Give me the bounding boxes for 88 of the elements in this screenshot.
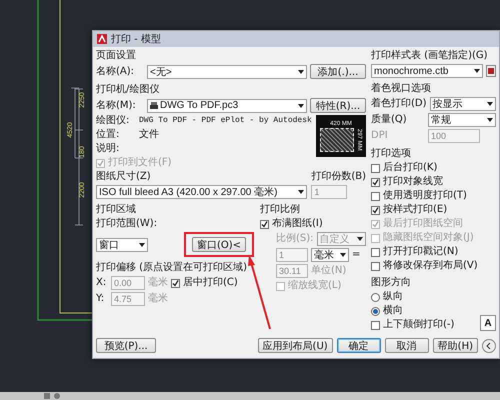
checkbox-label: 上下颠倒打印(-) xyxy=(383,319,454,331)
checkbox-label: 将修改保存到布局(V) xyxy=(383,260,478,272)
paper-size-dropdown[interactable]: ISO full bleed A3 (420.00 x 297.00 毫米) xyxy=(96,185,308,199)
checkbox-label: 打开打印戳记(N) xyxy=(383,246,458,258)
dropdown[interactable]: DWG To PDF.pc3 xyxy=(147,98,307,112)
info-label: 位置: xyxy=(96,129,120,141)
add-button[interactable]: 添加(.)... xyxy=(310,64,366,79)
section-heading: 打印机/绘图仪 xyxy=(96,84,160,96)
info-value: DWG To PDF - PDF ePlot - by Autodesk xyxy=(139,115,312,127)
field-label: Y: xyxy=(96,293,106,305)
section-heading: 打印区域 xyxy=(96,204,137,216)
section-heading: 打印比例 xyxy=(260,204,301,216)
section-heading: 打印样式表 (画笔指定)(G) xyxy=(371,50,489,62)
checkbox-label: 按样式打印(E) xyxy=(383,204,448,216)
edit-icon[interactable] xyxy=(486,65,496,77)
checkbox-label: 布满图纸(I) xyxy=(272,218,323,230)
section-heading: 打印份数(B) xyxy=(311,171,366,183)
radio-button[interactable] xyxy=(371,292,380,302)
field-label: 比例(S): xyxy=(276,233,314,245)
caret-icon xyxy=(487,118,493,122)
dropdown[interactable]: 窗口 xyxy=(96,238,148,252)
info-label: 说明: xyxy=(96,143,120,155)
caret-icon xyxy=(298,104,304,108)
chevron-icon xyxy=(486,342,492,348)
field-label: 名称(A): xyxy=(96,66,136,78)
unit-label: 毫米 xyxy=(148,277,168,289)
section-heading: 图纸尺寸(Z) xyxy=(96,171,152,183)
caret-icon xyxy=(298,190,304,194)
caret-icon xyxy=(139,242,145,246)
window-title: 打印 - 模型 xyxy=(111,32,161,46)
checkbox[interactable] xyxy=(260,220,269,228)
collapse-button[interactable] xyxy=(482,338,496,352)
checkbox[interactable] xyxy=(371,164,380,172)
dialog-button[interactable]: 取消 xyxy=(384,338,429,353)
field-label: 着色打印(D) xyxy=(371,98,427,110)
checkbox[interactable] xyxy=(371,178,380,186)
caret-icon xyxy=(474,69,480,73)
dropdown[interactable]: monochrome.ctb xyxy=(371,64,483,78)
paper-sheet xyxy=(320,128,354,152)
checkbox-label: 居中打印(C) xyxy=(183,277,238,289)
dropdown[interactable]: 按显示 xyxy=(430,97,496,111)
preview-button[interactable]: 预览(P)... xyxy=(96,338,156,353)
dropdown[interactable]: <无> xyxy=(147,64,307,78)
checkbox[interactable] xyxy=(371,192,380,200)
caret-icon xyxy=(487,102,493,106)
checkbox[interactable] xyxy=(371,262,380,270)
checkbox[interactable] xyxy=(171,278,180,288)
dialog-button[interactable]: 确定 xyxy=(336,338,381,353)
caret-icon xyxy=(357,237,363,241)
field-label: 质量(Q) xyxy=(371,114,408,126)
section-heading: 图形方向 xyxy=(371,277,412,289)
checkbox[interactable] xyxy=(371,248,380,256)
properties-button[interactable]: 特性(R)... xyxy=(310,98,366,113)
dialog-button[interactable]: 应用到布局(U) xyxy=(258,338,333,353)
window-button[interactable]: 窗口(O)< xyxy=(192,237,246,252)
radio-label: 纵向 xyxy=(383,291,403,303)
info-value: 文件 xyxy=(139,129,159,141)
app-icon xyxy=(97,34,107,44)
checkbox-label: 使用透明度打印(T) xyxy=(383,190,467,202)
checkbox-label: 后台打印(K) xyxy=(383,162,438,174)
caret-icon xyxy=(298,70,304,74)
dialog-button[interactable]: 帮助(H) xyxy=(432,338,478,353)
checkbox-label: 打印到文件(F) xyxy=(108,157,172,169)
printer-icon xyxy=(150,102,158,110)
unit-label: 单位(N) xyxy=(311,265,346,277)
checkbox-label: 缩放线宽(L) xyxy=(288,280,342,292)
section-heading: 页面设置 xyxy=(96,50,137,62)
radio-label: 横向 xyxy=(383,305,403,317)
equals-sign: = xyxy=(352,249,360,261)
orientation-preview: A xyxy=(480,315,496,331)
section-heading: 打印选项 xyxy=(371,148,412,160)
section-heading: 打印偏移 (原点设置在可打印区域) xyxy=(96,262,248,274)
radio-button[interactable] xyxy=(371,306,380,316)
checkbox-label: 打印对象线宽 xyxy=(383,176,443,188)
checkbox-label: 隐藏图纸空间对象(J) xyxy=(383,232,474,244)
caret-icon xyxy=(340,253,346,257)
field-label: DPI xyxy=(371,130,389,142)
section-heading: 着色视口选项 xyxy=(371,83,432,95)
checkbox[interactable] xyxy=(371,320,380,330)
checkbox-label: 最后打印图纸空间 xyxy=(383,218,463,230)
info-label: 绘图仪: xyxy=(96,115,130,127)
dropdown[interactable]: 毫米 xyxy=(311,248,349,262)
dropdown[interactable]: 常规 xyxy=(428,113,496,127)
unit-label: 毫米 xyxy=(148,293,168,305)
field-label: 名称(M): xyxy=(96,100,137,112)
checkbox[interactable] xyxy=(371,206,380,214)
field-label: X: xyxy=(96,277,108,289)
field-label: 打印范围(W): xyxy=(96,218,158,230)
